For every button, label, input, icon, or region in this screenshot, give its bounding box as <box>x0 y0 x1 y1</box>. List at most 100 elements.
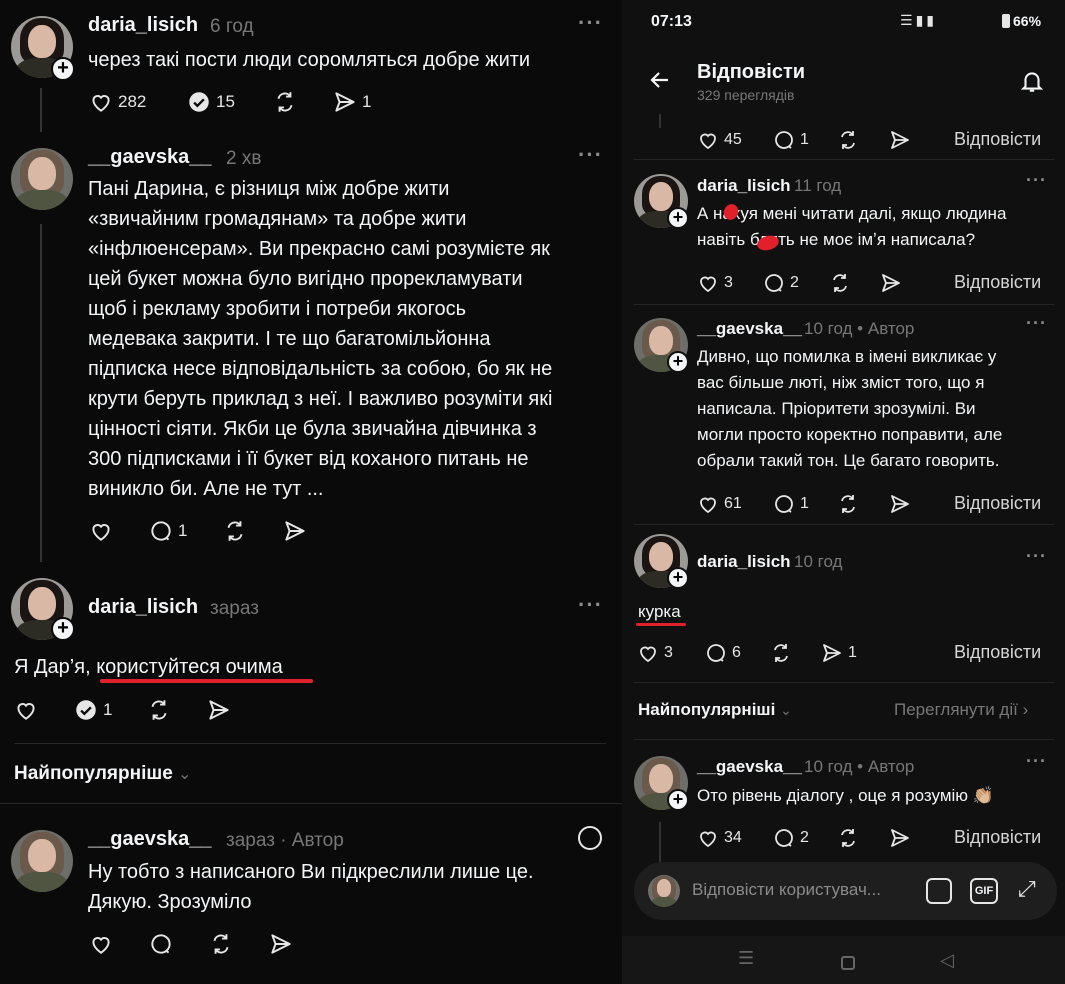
more-icon[interactable]: ··· <box>1026 313 1047 334</box>
share-button[interactable] <box>888 489 912 519</box>
share-button[interactable] <box>888 125 912 155</box>
reply-composer[interactable]: Відповісти користувач... GIF ⤢ <box>634 862 1057 920</box>
repost-badge-button[interactable]: 15 <box>186 87 235 117</box>
comment-button[interactable]: 2 <box>762 268 799 298</box>
avatar[interactable] <box>11 830 73 892</box>
username[interactable]: __gaevska__ <box>697 757 802 777</box>
follow-plus-icon[interactable]: + <box>667 351 689 373</box>
repost-button[interactable] <box>836 489 860 519</box>
repost-button[interactable] <box>769 638 793 668</box>
like-button[interactable] <box>88 516 114 546</box>
username[interactable]: __gaevska__ <box>88 828 211 851</box>
reply-link[interactable]: Відповісти <box>954 827 1041 848</box>
sort-dropdown[interactable]: Найпопулярніше ⌄ <box>14 763 191 785</box>
like-button[interactable]: 3 <box>636 638 673 668</box>
like-button[interactable] <box>88 929 114 959</box>
repost-button[interactable] <box>836 125 860 155</box>
comment-icon <box>151 521 171 541</box>
more-icon[interactable]: ··· <box>1026 546 1047 567</box>
comment-button[interactable]: 1 <box>772 125 809 155</box>
repost-button[interactable] <box>208 929 234 959</box>
more-icon[interactable]: ··· <box>578 10 603 36</box>
like-button[interactable] <box>13 695 39 725</box>
send-icon <box>891 495 909 513</box>
username[interactable]: daria_lisich <box>697 176 791 196</box>
username[interactable]: daria_lisich <box>88 596 198 619</box>
follow-plus-icon[interactable]: + <box>51 617 75 641</box>
like-button[interactable]: 61 <box>696 489 742 519</box>
comment-button[interactable]: 2 <box>772 823 809 853</box>
divider <box>634 682 1054 683</box>
like-button[interactable]: 45 <box>696 125 742 155</box>
text-line: вас більше люті, ніж зміст того, що я <box>697 373 985 392</box>
username[interactable]: daria_lisich <box>697 552 791 572</box>
comment-button[interactable] <box>148 929 174 959</box>
expand-icon[interactable]: ⤢ <box>1018 876 1036 902</box>
more-icon[interactable]: ··· <box>1026 170 1047 191</box>
thread-line <box>40 88 42 132</box>
share-button[interactable]: 1 <box>820 638 857 668</box>
follow-plus-icon[interactable]: + <box>667 207 689 229</box>
like-button[interactable]: 3 <box>696 268 733 298</box>
check-bubble-icon <box>76 700 96 720</box>
share-button[interactable] <box>879 268 903 298</box>
share-button[interactable]: 1 <box>332 87 371 117</box>
follow-plus-icon[interactable]: + <box>667 567 689 589</box>
like-button[interactable]: 282 <box>88 87 146 117</box>
sort-dropdown[interactable]: Найпопулярніші ⌄ <box>638 700 792 720</box>
reply-link[interactable]: Відповісти <box>954 272 1041 293</box>
like-button[interactable]: 34 <box>696 823 742 853</box>
share-button[interactable] <box>888 823 912 853</box>
text-line: 300 підписками і її букет від коханого п… <box>88 448 529 470</box>
comment-count: 2 <box>790 274 799 291</box>
more-icon[interactable]: ··· <box>1026 751 1047 772</box>
comment-button[interactable]: 1 <box>148 516 187 546</box>
reply-link[interactable]: Відповісти <box>954 493 1041 514</box>
username[interactable]: __gaevska__ <box>88 146 211 169</box>
text-line: Пані Дарина, є різниця між добре жити <box>88 178 450 200</box>
text-line: цей букет можна було вигідно прорекламув… <box>88 268 523 290</box>
send-icon <box>891 829 909 847</box>
chevron-down-icon: ⌄ <box>780 702 792 718</box>
avatar[interactable] <box>11 148 73 210</box>
username[interactable]: __gaevska__ <box>697 319 802 339</box>
comment-button[interactable]: 1 <box>772 489 809 519</box>
back-icon[interactable]: ◁ <box>940 950 954 971</box>
back-button[interactable] <box>648 68 672 97</box>
text-line: навіть блять не моє імʼя написала? <box>697 230 976 249</box>
follow-plus-icon[interactable]: + <box>51 57 75 81</box>
repost-button[interactable] <box>222 516 248 546</box>
repost-button[interactable] <box>828 268 852 298</box>
username[interactable]: daria_lisich <box>88 14 198 37</box>
share-button[interactable] <box>282 516 308 546</box>
timestamp: 11 год <box>794 176 842 195</box>
follow-plus-icon[interactable]: + <box>667 789 689 811</box>
share-button[interactable] <box>268 929 294 959</box>
repost-icon <box>774 644 788 662</box>
send-icon <box>285 521 305 541</box>
repost-button[interactable] <box>146 695 172 725</box>
threads-logo-icon <box>578 826 602 850</box>
text-line: Дивно, що помилка в імені викликає у <box>697 347 997 366</box>
reply-link[interactable]: Відповісти <box>954 642 1041 663</box>
home-icon[interactable] <box>841 956 855 970</box>
repost-button[interactable] <box>836 823 860 853</box>
more-icon[interactable]: ··· <box>578 142 603 168</box>
view-activity-link[interactable]: Переглянути дії › <box>894 700 1028 720</box>
share-button[interactable] <box>206 695 232 725</box>
image-attach-icon[interactable] <box>926 878 952 904</box>
reply-input[interactable]: Відповісти користувач... <box>692 880 881 900</box>
gif-button[interactable]: GIF <box>970 878 998 904</box>
repost-badge-button[interactable]: 1 <box>73 695 112 725</box>
comment-button[interactable]: 6 <box>704 638 741 668</box>
comment-count: 6 <box>732 644 741 661</box>
repost-icon <box>151 700 167 720</box>
repost-button[interactable] <box>272 87 298 117</box>
text-line: підписка несе відповідальність за собою,… <box>88 358 553 380</box>
recent-apps-icon[interactable]: ☰ <box>738 948 754 969</box>
heart-icon <box>700 276 716 293</box>
notifications-button[interactable] <box>1019 68 1045 99</box>
reply-link[interactable]: Відповісти <box>954 129 1041 150</box>
more-icon[interactable]: ··· <box>578 592 603 618</box>
composer-avatar <box>648 875 680 907</box>
